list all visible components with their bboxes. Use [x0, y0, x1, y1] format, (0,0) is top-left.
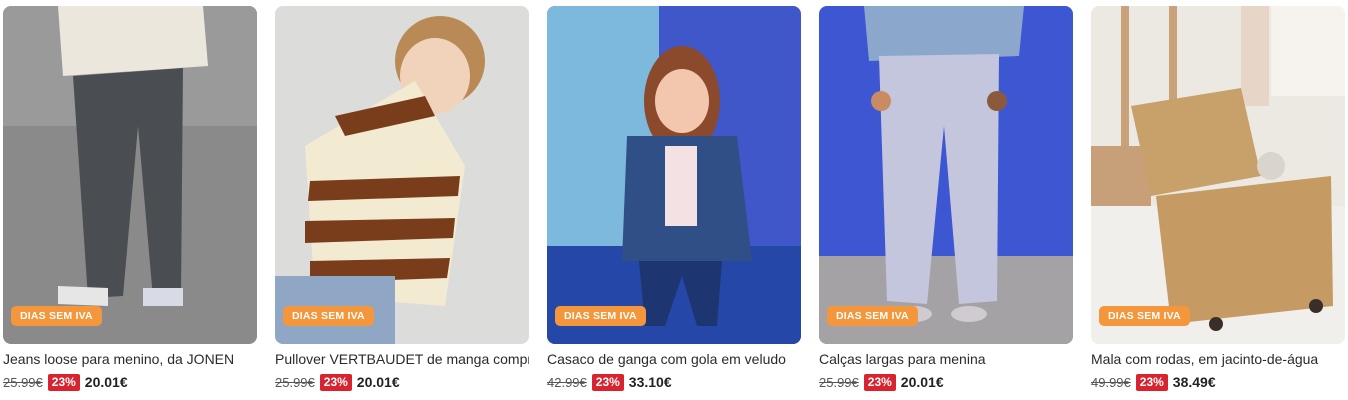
promo-badge: DIAS SEM IVA	[827, 306, 918, 326]
current-price: 38.49€	[1172, 374, 1216, 390]
current-price: 20.01€	[900, 374, 944, 390]
product-image[interactable]: DIAS SEM IVA	[275, 6, 529, 344]
current-price: 20.01€	[356, 374, 400, 390]
product-image[interactable]: DIAS SEM IVA	[1091, 6, 1345, 344]
product-name[interactable]: Calças largas para menina	[819, 350, 1073, 368]
promo-badge: DIAS SEM IVA	[11, 306, 102, 326]
product-name[interactable]: Jeans loose para menino, da JONEN	[3, 350, 257, 368]
current-price: 20.01€	[84, 374, 128, 390]
promo-badge: DIAS SEM IVA	[555, 306, 646, 326]
price-row: 49.99€ 23% 38.49€	[1091, 372, 1345, 392]
old-price: 49.99€	[1091, 374, 1131, 390]
old-price: 25.99€	[3, 374, 43, 390]
price-row: 25.99€ 23% 20.01€	[819, 372, 1073, 392]
price-row: 25.99€ 23% 20.01€	[3, 372, 257, 392]
product-card[interactable]: DIAS SEM IVA Calças largas para menina 2…	[819, 6, 1073, 392]
product-image[interactable]: DIAS SEM IVA	[547, 6, 801, 344]
old-price: 42.99€	[547, 374, 587, 390]
current-price: 33.10€	[628, 374, 672, 390]
discount-badge: 23%	[863, 373, 896, 391]
discount-badge: 23%	[1135, 373, 1168, 391]
product-card[interactable]: DIAS SEM IVA Mala com rodas, em jacinto-…	[1091, 6, 1345, 392]
price-row: 42.99€ 23% 33.10€	[547, 372, 801, 392]
discount-badge: 23%	[319, 373, 352, 391]
old-price: 25.99€	[819, 374, 859, 390]
product-carousel: DIAS SEM IVA Jeans loose para menino, da…	[3, 6, 1345, 392]
product-card[interactable]: DIAS SEM IVA Pullover VERTBAUDET de mang…	[275, 6, 529, 392]
old-price: 25.99€	[275, 374, 315, 390]
price-row: 25.99€ 23% 20.01€	[275, 372, 529, 392]
product-name[interactable]: Mala com rodas, em jacinto-de-água	[1091, 350, 1345, 368]
discount-badge: 23%	[591, 373, 624, 391]
product-image[interactable]: DIAS SEM IVA	[819, 6, 1073, 344]
product-name[interactable]: Casaco de ganga com gola em veludo	[547, 350, 801, 368]
product-name[interactable]: Pullover VERTBAUDET de manga comprida	[275, 350, 529, 368]
product-image[interactable]: DIAS SEM IVA	[3, 6, 257, 344]
promo-badge: DIAS SEM IVA	[283, 306, 374, 326]
promo-badge: DIAS SEM IVA	[1099, 306, 1190, 326]
product-card[interactable]: DIAS SEM IVA Casaco de ganga com gola em…	[547, 6, 801, 392]
product-card[interactable]: DIAS SEM IVA Jeans loose para menino, da…	[3, 6, 257, 392]
discount-badge: 23%	[47, 373, 80, 391]
